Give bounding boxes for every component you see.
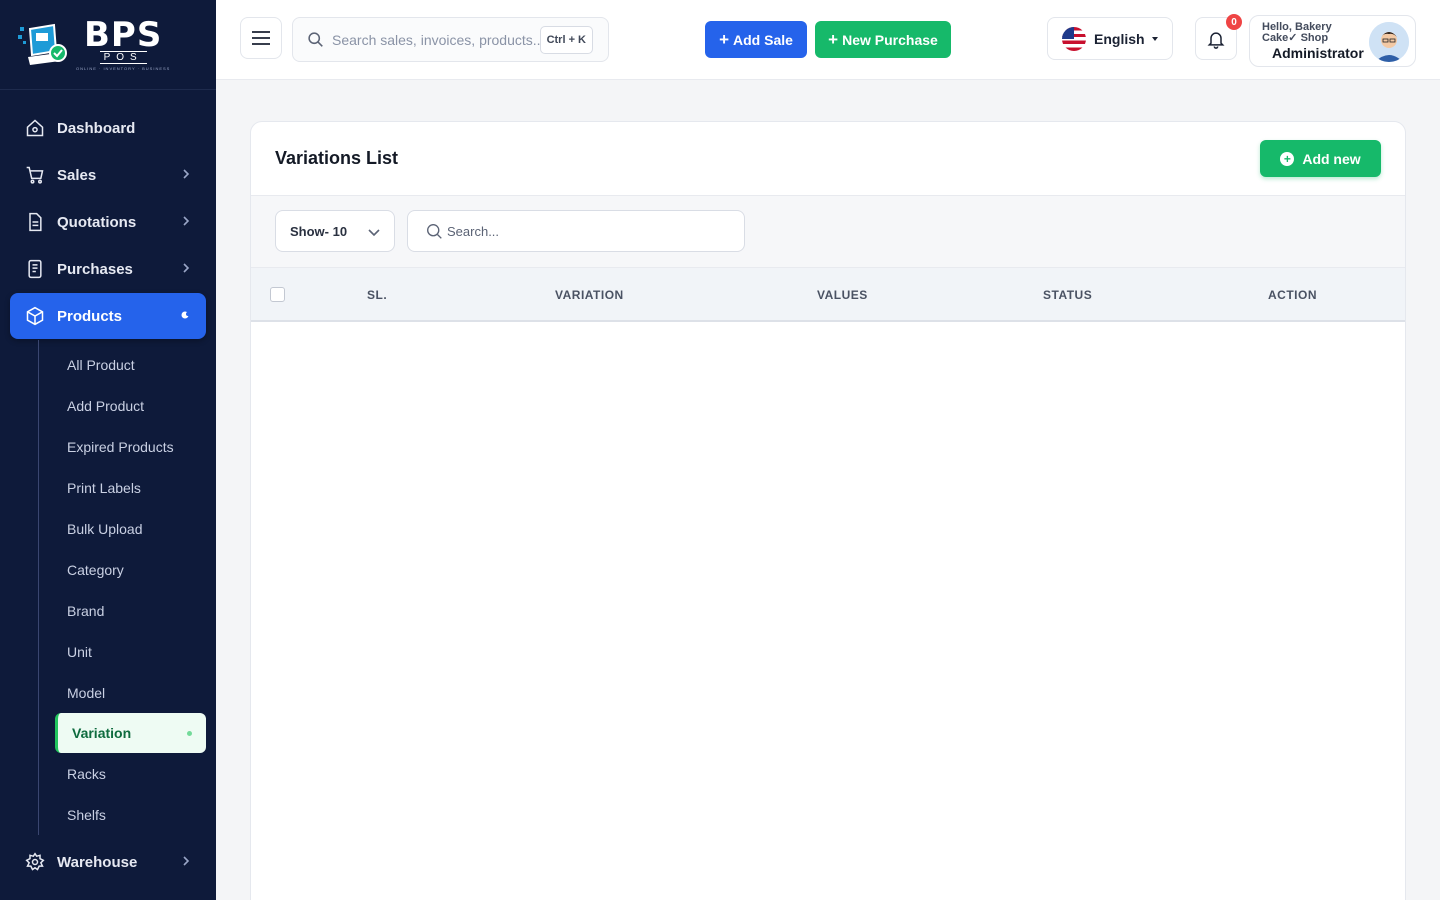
search-icon — [427, 223, 442, 239]
brand-logo-text: BPS — [84, 14, 163, 55]
receipt-icon — [24, 258, 46, 280]
sidebar-item-label: Warehouse — [57, 853, 138, 871]
column-header-values[interactable]: VALUES — [817, 288, 868, 302]
submenu-racks[interactable]: Racks — [39, 753, 206, 794]
language-selector[interactable]: English — [1047, 17, 1173, 60]
submenu-category[interactable]: Category — [39, 549, 206, 590]
sidebar-item-sales[interactable]: Sales — [10, 152, 206, 198]
notification-count-badge: 0 — [1226, 14, 1242, 30]
sidebar-item-warehouse[interactable]: Warehouse — [10, 839, 206, 885]
column-header-action[interactable]: ACTION — [1268, 288, 1317, 302]
sidebar-nav: Dashboard Sales Quotations Purchases Pro… — [0, 90, 216, 885]
submenu-unit[interactable]: Unit — [39, 631, 206, 672]
new-purchase-button[interactable]: + New Purchase — [815, 21, 951, 58]
top-header: Search sales, invoices, products... Ctrl… — [216, 0, 1440, 80]
chevron-right-icon — [183, 856, 190, 866]
notifications-button[interactable]: 0 — [1195, 14, 1242, 60]
column-header-sl[interactable]: SL. — [367, 288, 387, 302]
caret-down-icon — [1152, 37, 1158, 41]
us-flag-icon — [1062, 26, 1086, 51]
add-new-label: Add new — [1302, 150, 1361, 167]
submenu-expired-products[interactable]: Expired Products — [39, 426, 206, 467]
plus-circle-icon: + — [1280, 151, 1295, 166]
sidebar: BPS POS ONLINE · INVENTORY · BUSINESS Da… — [0, 0, 216, 900]
logo-area: BPS POS ONLINE · INVENTORY · BUSINESS — [0, 0, 216, 90]
sidebar-item-dashboard[interactable]: Dashboard — [10, 105, 206, 151]
submenu-shelfs[interactable]: Shelfs — [39, 794, 206, 835]
new-purchase-label: New Purchase — [842, 31, 938, 48]
active-indicator — [187, 731, 192, 736]
global-search-placeholder: Search sales, invoices, products... — [332, 31, 542, 48]
submenu-brand[interactable]: Brand — [39, 590, 206, 631]
sidebar-item-label: Products — [57, 307, 123, 325]
column-header-status[interactable]: STATUS — [1043, 288, 1092, 302]
table-filters: Show- 10 Search... — [251, 196, 1405, 268]
sidebar-item-quotations[interactable]: Quotations — [10, 199, 206, 245]
bell-icon — [1207, 31, 1225, 49]
submenu-model[interactable]: Model — [39, 672, 206, 713]
user-role: Administrator — [1272, 45, 1364, 61]
document-icon — [24, 211, 46, 233]
search-shortcut-hint: Ctrl + K — [539, 26, 593, 54]
sidebar-item-label: Purchases — [57, 260, 133, 278]
card-header: Variations List + Add new — [251, 122, 1405, 196]
hamburger-icon — [252, 31, 270, 45]
submenu-bulk-upload[interactable]: Bulk Upload — [39, 508, 206, 549]
submenu-all-product[interactable]: All Product — [39, 344, 206, 385]
search-icon — [308, 32, 323, 47]
chevron-down-icon — [368, 229, 380, 237]
chevron-right-icon — [183, 169, 190, 179]
chevron-right-icon — [183, 216, 190, 226]
sidebar-item-products[interactable]: Products — [10, 293, 206, 339]
submenu-variation-label: Variation — [72, 725, 132, 741]
table-search-input[interactable]: Search... — [407, 210, 745, 252]
submenu-variation[interactable]: Variation — [55, 713, 206, 753]
add-sale-label: Add Sale — [733, 31, 793, 48]
menu-toggle-button[interactable] — [240, 17, 282, 59]
user-profile-menu[interactable]: Hello, Bakery Cake✓ Shop Administrator — [1249, 15, 1416, 67]
box-icon — [24, 305, 46, 327]
brand-logo-sub: POS — [99, 50, 147, 64]
avatar — [1369, 22, 1409, 62]
variations-card: Variations List + Add new Show- 10 Searc… — [250, 121, 1406, 900]
add-new-button[interactable]: + Add new — [1260, 140, 1381, 177]
home-icon — [24, 117, 46, 139]
plus-icon: + — [719, 30, 730, 49]
cart-icon — [24, 164, 46, 186]
brand-wordmark: BPS POS ONLINE · INVENTORY · BUSINESS — [76, 14, 171, 71]
sidebar-item-purchases[interactable]: Purchases — [10, 246, 206, 292]
table-header: SL. VARIATION VALUES STATUS ACTION — [251, 268, 1405, 322]
brand-logo-tag: ONLINE · INVENTORY · BUSINESS — [76, 65, 171, 71]
submenu-add-product[interactable]: Add Product — [39, 385, 206, 426]
page-size-value: Show- 10 — [290, 223, 348, 239]
sidebar-item-label: Sales — [57, 166, 97, 184]
plus-icon: + — [828, 30, 839, 49]
gear-icon — [24, 851, 46, 873]
column-header-variation[interactable]: VARIATION — [555, 288, 624, 302]
user-greeting: Hello, Bakery Cake✓ Shop — [1262, 21, 1332, 44]
global-search-input[interactable]: Search sales, invoices, products... Ctrl… — [292, 17, 609, 62]
page-size-select[interactable]: Show- 10 — [275, 210, 395, 252]
table-search-placeholder: Search... — [447, 223, 500, 239]
submenu-print-labels[interactable]: Print Labels — [39, 467, 206, 508]
chevron-down-icon — [181, 311, 190, 319]
sidebar-item-label: Quotations — [57, 213, 137, 231]
products-submenu: All Product Add Product Expired Products… — [38, 340, 206, 835]
brand-logo[interactable]: BPS POS ONLINE · INVENTORY · BUSINESS — [18, 14, 171, 71]
page-title: Variations List — [275, 148, 399, 168]
select-all-checkbox[interactable] — [270, 287, 285, 302]
language-label: English — [1094, 30, 1145, 47]
chevron-right-icon — [183, 263, 190, 273]
sidebar-item-label: Dashboard — [57, 119, 136, 137]
pos-terminal-icon — [18, 23, 67, 65]
add-sale-button[interactable]: + Add Sale — [705, 21, 807, 58]
